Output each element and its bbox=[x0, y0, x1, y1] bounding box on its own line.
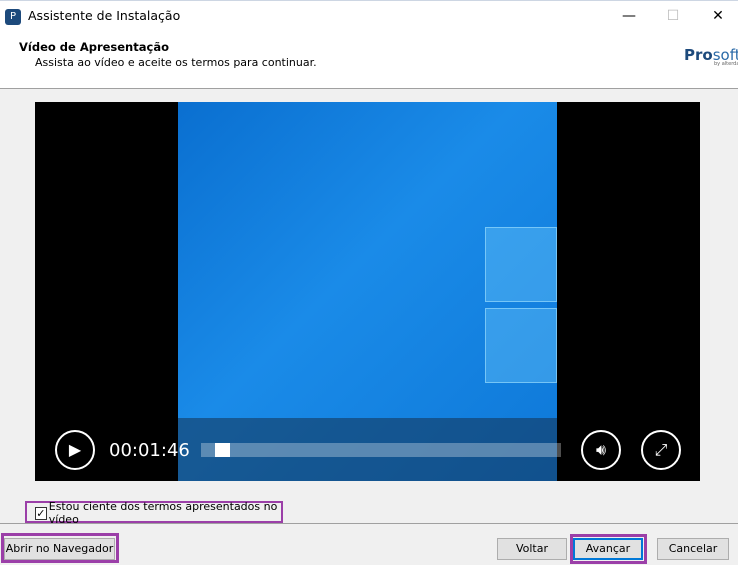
window-title: Assistente de Instalação bbox=[28, 8, 181, 23]
volume-icon: 🔊︎ bbox=[595, 440, 607, 459]
header: Vídeo de Apresentação Assista ao vídeo e… bbox=[0, 31, 738, 89]
back-button[interactable]: Voltar bbox=[497, 538, 567, 560]
play-icon: ▶ bbox=[68, 440, 82, 459]
prosoft-logo: Prosoftby alterdata bbox=[684, 46, 738, 67]
fullscreen-icon: ⤢ bbox=[654, 440, 668, 459]
maximize-button[interactable]: ☐ bbox=[658, 5, 688, 27]
cancel-button[interactable]: Cancelar bbox=[657, 538, 729, 560]
windows-logo-pane bbox=[485, 227, 557, 302]
minimize-button[interactable]: — bbox=[614, 5, 644, 27]
video-time: 00:01:46 bbox=[109, 440, 190, 461]
page-subtitle: Assista ao vídeo e aceite os termos para… bbox=[35, 56, 317, 69]
app-icon: P bbox=[5, 9, 21, 25]
windows-logo-pane bbox=[485, 308, 557, 383]
checkbox-check-icon[interactable]: ✓ bbox=[35, 506, 47, 520]
title-bar: P Assistente de Instalação — ☐ ✕ bbox=[0, 0, 738, 31]
terms-checkbox[interactable]: ✓ Estou ciente dos termos apresentados n… bbox=[25, 500, 283, 526]
fullscreen-button[interactable]: ⤢ bbox=[641, 430, 681, 470]
next-button[interactable]: Avançar bbox=[573, 538, 643, 560]
volume-button[interactable]: 🔊︎ bbox=[581, 430, 621, 470]
close-button[interactable]: ✕ bbox=[703, 5, 733, 27]
page-title: Vídeo de Apresentação bbox=[19, 40, 169, 54]
play-button[interactable]: ▶ bbox=[55, 430, 95, 470]
divider bbox=[0, 523, 738, 524]
progress-thumb[interactable] bbox=[214, 443, 230, 457]
open-browser-button[interactable]: Abrir no Navegador bbox=[4, 538, 115, 560]
progress-slider[interactable] bbox=[201, 443, 561, 457]
video-player[interactable]: ▶ 00:01:46 🔊︎ ⤢ bbox=[35, 102, 700, 481]
